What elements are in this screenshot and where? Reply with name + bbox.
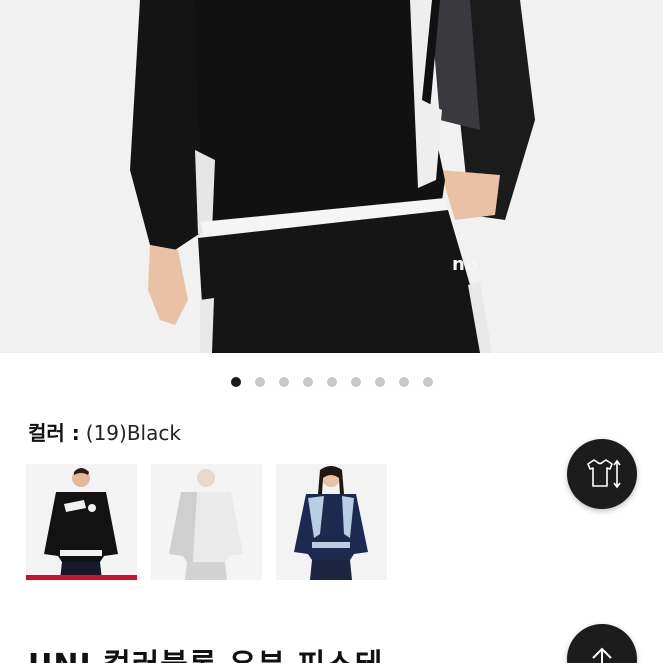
color-swatches [26,464,387,580]
color-value: (19)Black [85,421,181,445]
swatch-white[interactable] [151,464,262,580]
swatch-white-image [151,464,262,580]
model-photo: nb [0,0,663,353]
product-hero-image[interactable]: nb [0,0,663,353]
carousel-dot[interactable] [302,377,313,387]
swatch-black-image [26,464,137,580]
carousel-dot[interactable] [230,377,241,387]
carousel-dot[interactable] [326,377,337,387]
arrow-up-icon [592,647,612,663]
carousel-dot[interactable] [422,377,433,387]
svg-text:nb: nb [452,254,478,275]
color-label: 컬러 : [28,421,80,445]
color-selection: 컬러 : (19)Black [28,420,181,446]
carousel-dot[interactable] [350,377,361,387]
swatch-navy[interactable] [276,464,387,580]
swatch-navy-image [276,464,387,580]
product-title: UNI 컬러블록 우븐 피스테 [28,646,383,663]
carousel-dot[interactable] [374,377,385,387]
size-guide-button[interactable] [567,439,637,509]
scroll-top-button[interactable] [567,624,637,663]
carousel-indicators [0,377,663,387]
swatch-black[interactable] [26,464,137,580]
tshirt-size-icon [587,459,621,489]
carousel-dot[interactable] [254,377,265,387]
carousel-dot[interactable] [398,377,409,387]
carousel-dot[interactable] [278,377,289,387]
